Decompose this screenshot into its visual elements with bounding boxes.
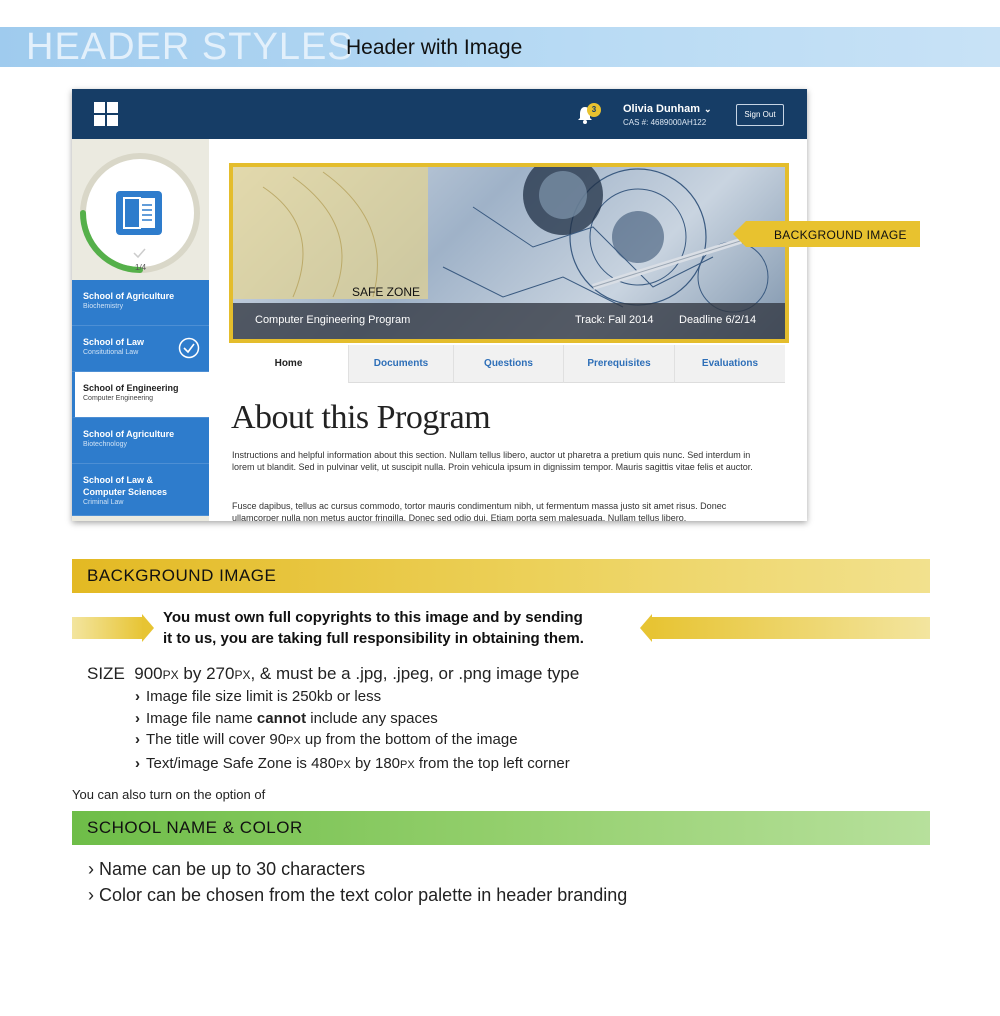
copyright-line-1: You must own full copyrights to this ima…	[163, 609, 583, 626]
tab-evaluations[interactable]: Evaluations	[675, 345, 785, 383]
callout-label: BACKGROUND IMAGE	[774, 228, 907, 242]
hero-background-image: SAFE ZONE Computer Engineering Program T…	[229, 163, 789, 343]
size-requirement: SIZE 900PX by 270PX, & must be a .jpg, .…	[87, 664, 579, 684]
chevron-down-icon: ⌄	[704, 104, 712, 114]
arrow-right-icon	[72, 614, 154, 642]
user-name: Olivia Dunham	[623, 103, 701, 115]
list-item: Image file size limit is 250kb or less	[135, 686, 570, 708]
program-name: Computer Engineering Program	[255, 314, 411, 326]
app-mockup: 3 Olivia Dunham ⌄ CAS #: 4689000AH122 Sig…	[72, 89, 807, 521]
deadline-label: Deadline 6/2/14	[679, 314, 757, 326]
tab-documents[interactable]: Documents	[349, 345, 454, 383]
section-title: BACKGROUND IMAGE	[87, 566, 277, 585]
sidebar-item-agriculture-biotechnology[interactable]: School of Agriculture Biotechnology	[72, 418, 209, 464]
sidebar-item-program: Biochemistry	[83, 303, 124, 310]
track-label: Track: Fall 2014	[575, 314, 654, 326]
also-text: You can also turn on the option of	[72, 787, 266, 802]
list-item: Image file name cannot include any space…	[135, 708, 570, 730]
size-rest: , & must be a .jpg, .jpeg, or .png image…	[250, 664, 580, 683]
about-title: About this Program	[231, 399, 491, 436]
app-header: 3 Olivia Dunham ⌄ CAS #: 4689000AH122 Sig…	[72, 89, 807, 139]
sidebar-item-school: School of Agriculture	[83, 429, 175, 439]
page-subtitle: Header with Image	[346, 36, 523, 59]
sidebar-item-school: School of Agriculture	[83, 291, 175, 301]
tab-questions[interactable]: Questions	[454, 345, 564, 383]
sidebar-item-law-computer-sciences[interactable]: School of Law & Computer Sciences Crimin…	[72, 464, 209, 516]
user-menu[interactable]: Olivia Dunham ⌄	[623, 103, 712, 115]
page-title: HEADER STYLES	[26, 26, 354, 68]
grid-menu-icon[interactable]	[94, 102, 119, 127]
progress-ring	[78, 149, 203, 277]
check-circle-icon	[178, 337, 200, 359]
sidebar-item-engineering[interactable]: School of Engineering Computer Engineeri…	[72, 372, 209, 418]
cas-number: CAS #: 4689000AH122	[623, 118, 707, 127]
sidebar-item-program: Biotechnology	[83, 441, 127, 448]
safe-zone-overlay	[233, 167, 428, 299]
background-image-callout: BACKGROUND IMAGE	[733, 221, 920, 247]
sidebar: 1/4 School of Agriculture Biochemistry S…	[72, 139, 209, 521]
list-item: The title will cover 90PX up from the bo…	[135, 729, 570, 753]
progress-label: 1/4	[135, 263, 147, 272]
school-bullets: Name can be up to 30 characters Color ca…	[88, 856, 627, 908]
size-label: SIZE	[87, 664, 125, 683]
page-banner: HEADER STYLES Header with Image	[0, 26, 1000, 68]
list-item: Text/image Safe Zone is 480PX by 180PX f…	[135, 753, 570, 777]
tab-bar: Home Documents Questions Prerequisites E…	[229, 345, 785, 383]
background-image-section-header: BACKGROUND IMAGE	[72, 559, 930, 593]
sidebar-item-school: School of Law &	[83, 475, 154, 485]
arrow-left-icon	[640, 614, 930, 642]
size-width: 900	[134, 664, 163, 683]
tab-prerequisites[interactable]: Prerequisites	[564, 345, 675, 383]
school-name-section-header: SCHOOL NAME & COLOR	[72, 811, 930, 845]
sidebar-item-school-line2: Computer Sciences	[83, 487, 168, 497]
section-title: SCHOOL NAME & COLOR	[87, 818, 303, 837]
tab-home[interactable]: Home	[229, 345, 349, 383]
notification-badge: 3	[587, 103, 601, 117]
about-paragraph-2: Fusce dapibus, tellus ac cursus commodo,…	[232, 501, 727, 521]
list-item: Name can be up to 30 characters	[88, 856, 627, 882]
sidebar-item-law-constitutional[interactable]: School of Law Consitutional Law	[72, 326, 209, 372]
safe-zone-label: SAFE ZONE	[352, 285, 421, 299]
size-height: 270	[206, 664, 235, 683]
hero-title-bar: Computer Engineering Program Track: Fall…	[233, 303, 785, 339]
sidebar-list: School of Agriculture Biochemistry Schoo…	[72, 280, 209, 516]
sidebar-item-program: Criminal Law	[83, 499, 124, 506]
size-by: by	[183, 664, 202, 683]
about-paragraph-1: Instructions and helpful information abo…	[232, 450, 753, 472]
unit: PX	[234, 668, 251, 682]
sidebar-item-agriculture-biochemistry[interactable]: School of Agriculture Biochemistry	[72, 280, 209, 326]
copyright-line-2: it to us, you are taking full responsibi…	[163, 630, 584, 647]
sidebar-item-school: School of Engineering	[83, 383, 179, 393]
sign-out-button[interactable]: Sign Out	[736, 104, 784, 126]
size-bullets: Image file size limit is 250kb or less I…	[135, 686, 570, 776]
sidebar-item-program: Computer Engineering	[83, 395, 154, 402]
copyright-notice: You must own full copyrights to this ima…	[163, 607, 633, 649]
unit: PX	[162, 668, 179, 682]
list-item: Color can be chosen from the text color …	[88, 882, 627, 908]
